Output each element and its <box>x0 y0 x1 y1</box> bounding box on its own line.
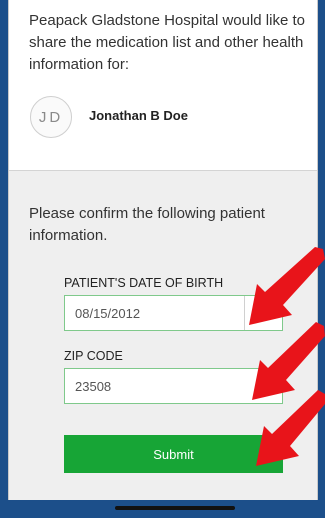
zip-value: 23508 <box>75 378 112 394</box>
dob-label: PATIENT'S DATE OF BIRTH <box>64 276 224 290</box>
dob-value: 08/15/2012 <box>75 305 141 321</box>
share-info-section: Peapack Gladstone Hospital would like to… <box>9 0 317 171</box>
submit-button[interactable]: Submit <box>64 435 283 473</box>
patient-name: Jonathan B Doe <box>89 108 188 123</box>
home-indicator <box>115 506 235 510</box>
confirm-instructions: Please confirm the following patient inf… <box>29 205 265 244</box>
arrow-icon <box>256 390 325 466</box>
dob-field-divider <box>244 296 245 330</box>
share-intro-text: Peapack Gladstone Hospital would like to… <box>29 12 305 73</box>
arrow-icon <box>249 247 325 325</box>
zip-label: ZIP CODE <box>64 349 123 363</box>
avatar: JD <box>30 96 72 138</box>
